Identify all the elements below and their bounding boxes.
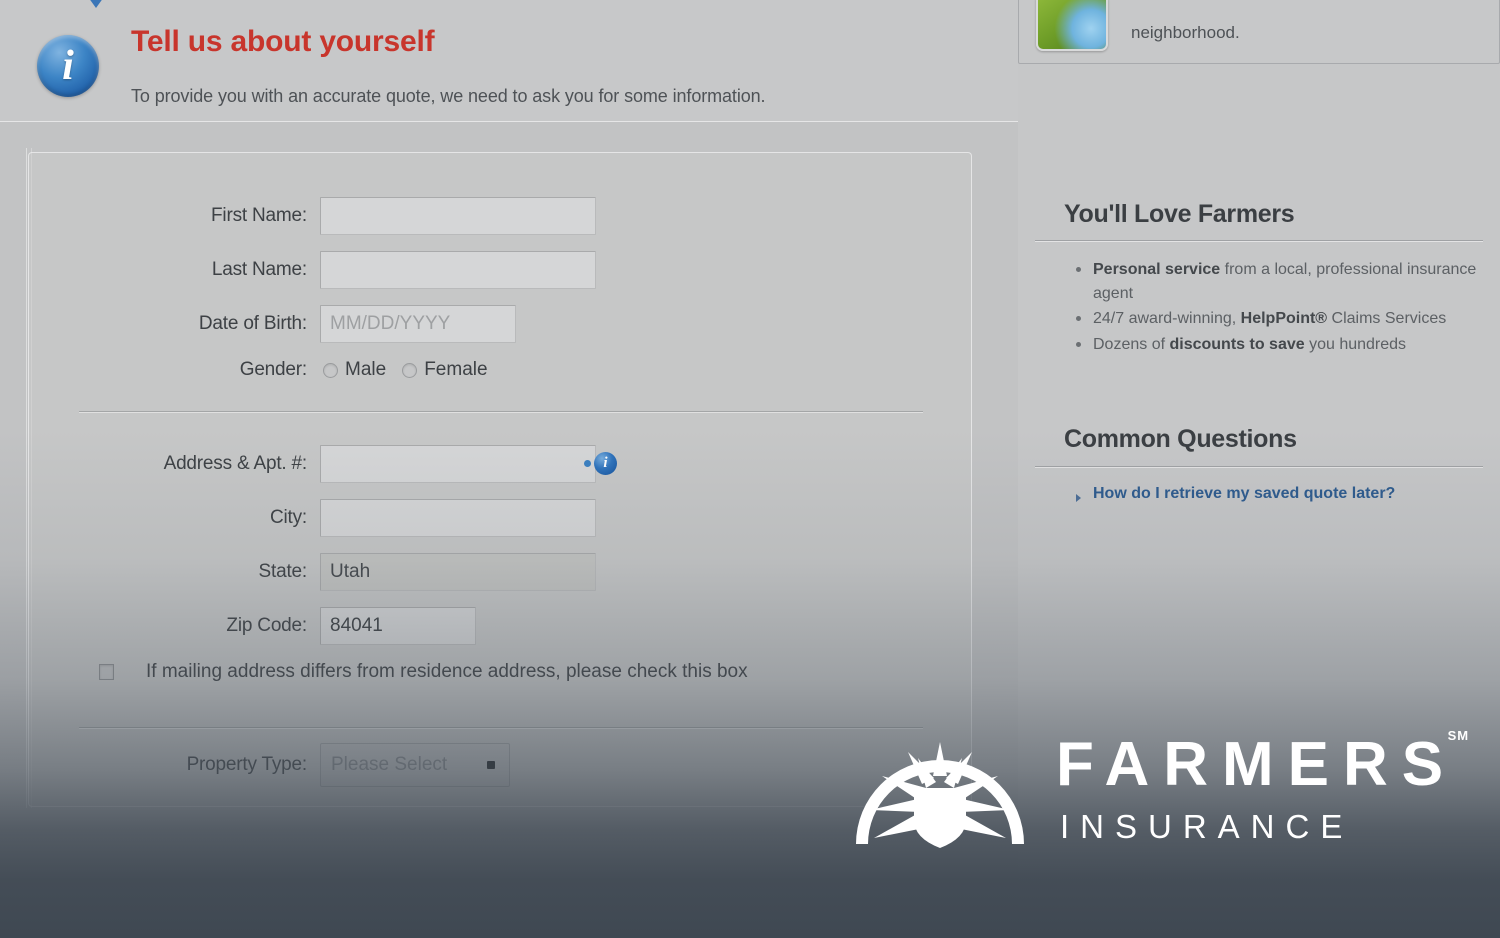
date-of-birth-row: Date of Birth: <box>43 305 516 343</box>
gender-male-radio[interactable] <box>323 362 338 378</box>
section-header: i Tell us about yourself To provide you … <box>0 0 1018 122</box>
quote-form-page: i Tell us about yourself To provide you … <box>0 0 1500 938</box>
info-circle-icon: i <box>37 35 99 97</box>
quote-form-panel: First Name: Last Name: Date of Birth: Ge… <box>28 152 972 807</box>
common-questions-rule <box>1035 466 1483 467</box>
list-item: Personal service from a local, professio… <box>1076 258 1488 305</box>
zip-code-input[interactable] <box>320 607 476 645</box>
property-type-select[interactable]: Please Select <box>320 743 510 787</box>
faq-link-retrieve-quote[interactable]: How do I retrieve my saved quote later? <box>1093 485 1395 502</box>
common-questions-list: How do I retrieve my saved quote later? <box>1076 485 1496 503</box>
property-type-selected-value: Please Select <box>331 754 448 775</box>
common-questions-heading: Common Questions <box>1064 425 1297 453</box>
last-name-row: Last Name: <box>43 251 596 289</box>
zip-code-label: Zip Code: <box>226 615 307 636</box>
gender-female-label[interactable]: Female <box>424 359 487 381</box>
last-name-label: Last Name: <box>211 259 307 280</box>
neighborhood-photo-icon <box>1036 0 1108 51</box>
page-subtitle: To provide you with an accurate quote, w… <box>131 86 766 106</box>
info-circle-icon[interactable]: i <box>594 452 617 475</box>
chevron-down-icon <box>83 0 109 8</box>
state-row: State: <box>43 553 596 591</box>
state-input <box>320 553 596 591</box>
page-left-edge-rule <box>26 148 27 808</box>
address-help-icon-group[interactable]: i <box>584 452 617 475</box>
love-farmers-rule <box>1035 240 1483 241</box>
first-name-input[interactable] <box>320 197 596 235</box>
mailing-address-checkbox[interactable] <box>99 664 114 680</box>
last-name-input[interactable] <box>320 251 596 289</box>
promo-box: neighborhood. <box>1018 0 1500 64</box>
zip-code-row: Zip Code: <box>43 607 476 645</box>
gender-row: Gender: Male Female <box>43 359 504 381</box>
date-of-birth-label: Date of Birth: <box>198 313 307 334</box>
form-divider-1 <box>79 411 923 412</box>
address-row: Address & Apt. #: <box>43 445 596 483</box>
date-of-birth-input[interactable] <box>320 305 516 343</box>
gender-label: Gender: <box>239 359 307 380</box>
form-divider-2 <box>79 727 923 728</box>
bullet-dot-icon <box>584 460 591 467</box>
first-name-row: First Name: <box>43 197 596 235</box>
gender-male-label[interactable]: Male <box>345 359 386 381</box>
mailing-address-row: If mailing address differs from residenc… <box>99 661 748 683</box>
city-label: City: <box>269 507 307 528</box>
city-row: City: <box>43 499 596 537</box>
page-title: Tell us about yourself <box>131 25 435 58</box>
promo-text: neighborhood. <box>1131 23 1240 43</box>
list-item: Dozens of discounts to save you hundreds <box>1076 333 1488 357</box>
address-label: Address & Apt. #: <box>163 453 308 474</box>
mailing-address-label[interactable]: If mailing address differs from residenc… <box>146 661 748 683</box>
love-farmers-heading: You'll Love Farmers <box>1064 200 1295 228</box>
sidebar: neighborhood. You'll Love Farmers Person… <box>1018 0 1500 938</box>
chevron-down-icon <box>487 761 495 769</box>
first-name-label: First Name: <box>211 205 307 226</box>
love-farmers-list: Personal service from a local, professio… <box>1076 258 1488 359</box>
city-input[interactable] <box>320 499 596 537</box>
gender-female-radio[interactable] <box>402 362 418 378</box>
address-input[interactable] <box>320 445 596 483</box>
property-type-label: Property Type: <box>186 754 308 775</box>
list-item: 24/7 award-winning, HelpPoint® Claims Se… <box>1076 307 1488 331</box>
state-label: State: <box>258 561 308 582</box>
list-item: How do I retrieve my saved quote later? <box>1076 485 1496 503</box>
main-content-column: i Tell us about yourself To provide you … <box>0 0 1018 938</box>
property-type-row: Property Type: Please Select <box>43 743 510 787</box>
